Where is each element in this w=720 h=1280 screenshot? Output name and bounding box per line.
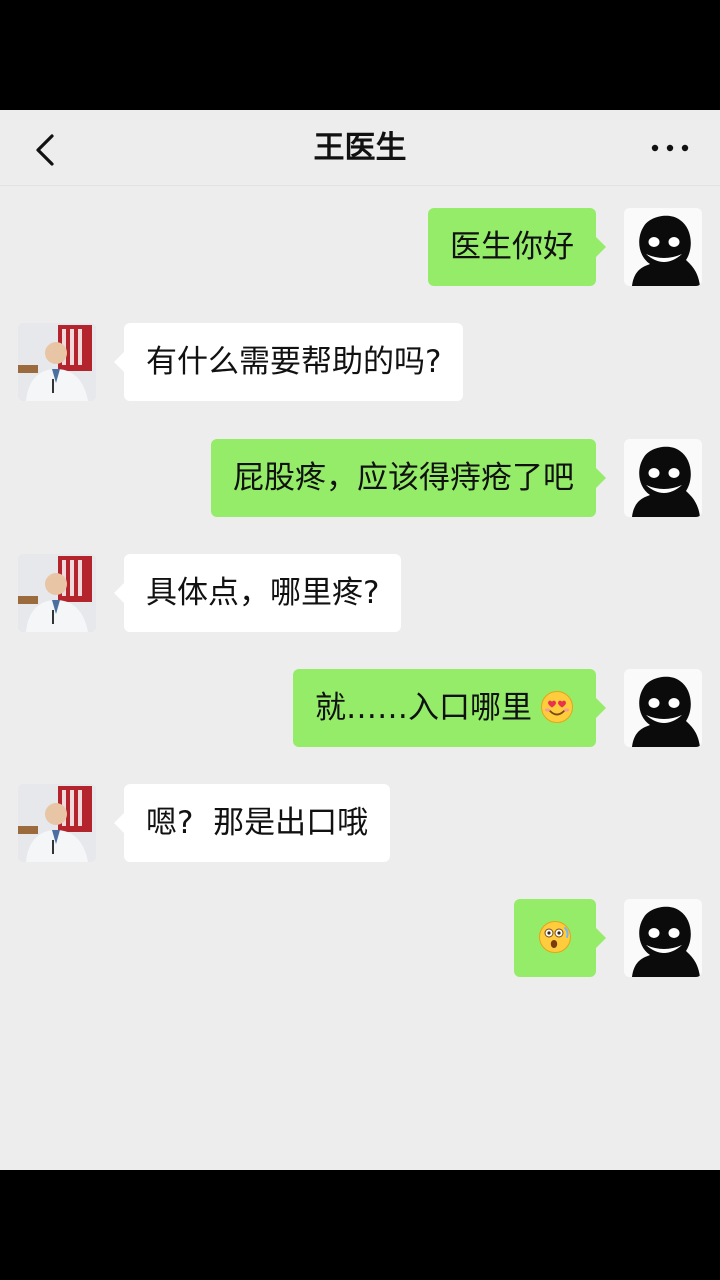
my-avatar[interactable] <box>624 669 702 747</box>
message-text: 有什么需要帮助的吗? <box>146 344 442 380</box>
chevron-left-icon <box>36 134 54 166</box>
message-row <box>0 899 720 979</box>
my-avatar[interactable] <box>624 208 702 286</box>
chat-title: 王医生 <box>313 130 407 166</box>
doctor-avatar[interactable] <box>18 554 96 632</box>
shocked-face-emoji-icon <box>538 920 572 954</box>
more-dots-icon <box>651 144 689 152</box>
message-bubble[interactable]: 具体点，哪里疼? <box>113 554 402 632</box>
message-row: 具体点，哪里疼? <box>0 554 720 634</box>
doctor-avatar[interactable] <box>18 784 96 862</box>
message-bubble[interactable] <box>514 899 606 977</box>
more-button[interactable] <box>648 130 692 166</box>
message-row: 就……入口哪里 <box>0 669 720 749</box>
dark-smile-avatar-icon <box>624 669 702 747</box>
back-button[interactable] <box>26 128 70 172</box>
my-avatar[interactable] <box>624 899 702 977</box>
nav-bar: 王医生 <box>0 110 720 186</box>
message-text: 医生你好 <box>450 229 574 265</box>
bottom-black-bar <box>0 1170 720 1280</box>
message-text: 嗯? 那是出口哦 <box>146 805 369 841</box>
message-row: 屁股疼，应该得痔疮了吧 <box>0 439 720 519</box>
message-bubble[interactable]: 就……入口哪里 <box>293 669 606 747</box>
doctor-avatar[interactable] <box>18 323 96 401</box>
message-row: 有什么需要帮助的吗? <box>0 323 720 403</box>
message-row: 嗯? 那是出口哦 <box>0 784 720 864</box>
message-bubble[interactable]: 屁股疼，应该得痔疮了吧 <box>211 439 606 517</box>
message-text: 屁股疼，应该得痔疮了吧 <box>233 460 574 496</box>
my-avatar[interactable] <box>624 439 702 517</box>
message-bubble[interactable]: 医生你好 <box>428 208 606 286</box>
message-bubble[interactable]: 有什么需要帮助的吗? <box>113 323 464 401</box>
message-text: 具体点，哪里疼? <box>146 575 380 611</box>
doctor-photo-icon <box>18 323 96 401</box>
message-bubble[interactable]: 嗯? 那是出口哦 <box>113 784 391 862</box>
dark-smile-avatar-icon <box>624 899 702 977</box>
smiling-heart-eyes-emoji-icon <box>540 690 574 724</box>
doctor-photo-icon <box>18 784 96 862</box>
doctor-photo-icon <box>18 554 96 632</box>
dark-smile-avatar-icon <box>624 208 702 286</box>
chat-screen: 王医生 医生你好 有什么需要帮助的吗? 屁股疼，应该得痔疮了吧 具体点，哪里疼?… <box>0 110 720 1170</box>
message-text: 就……入口哪里 <box>315 690 532 726</box>
message-row: 医生你好 <box>0 208 720 288</box>
dark-smile-avatar-icon <box>624 439 702 517</box>
